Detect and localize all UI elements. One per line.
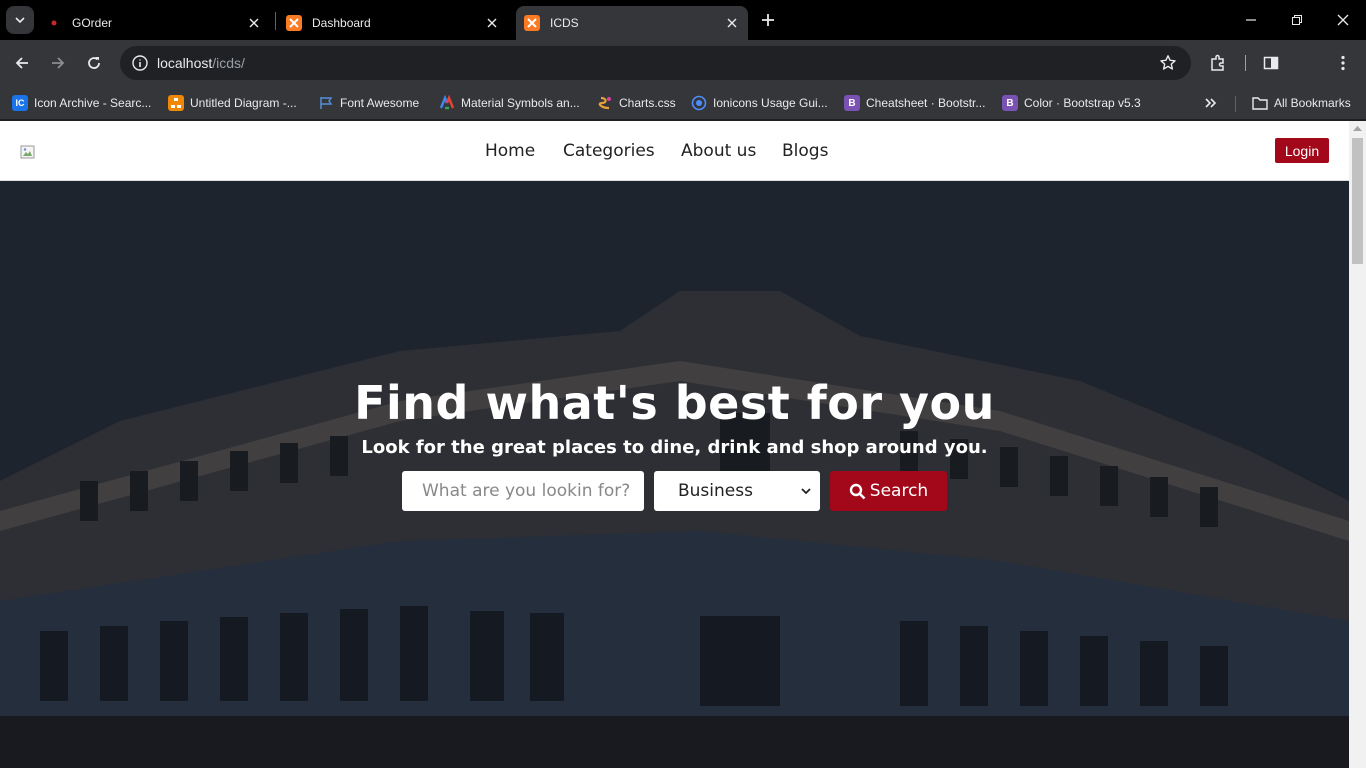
- menu-kebab-icon[interactable]: [1330, 50, 1356, 76]
- extensions-icon[interactable]: [1205, 50, 1231, 76]
- close-icon: [1337, 14, 1349, 26]
- bookmark-color-bootstrap[interactable]: B Color · Bootstrap v5.3: [1002, 92, 1141, 114]
- bookmark-font-awesome[interactable]: Font Awesome: [318, 92, 419, 114]
- broken-image-icon: [20, 145, 35, 159]
- bookmark-ionicons[interactable]: Ionicons Usage Gui...: [691, 92, 828, 114]
- search-input[interactable]: [402, 471, 644, 511]
- tab-gorder[interactable]: GOrder: [46, 6, 270, 40]
- tab-search-button[interactable]: [6, 6, 34, 34]
- bootstrap-icon: B: [844, 95, 860, 111]
- double-chevron-right-icon: [1205, 98, 1217, 108]
- flag-icon: [318, 95, 334, 111]
- minimize-button[interactable]: [1237, 6, 1265, 34]
- url-host: localhost: [157, 55, 213, 71]
- scrollbar-thumb[interactable]: [1352, 138, 1363, 264]
- tab-title: GOrder: [72, 16, 113, 30]
- restore-icon: [1292, 15, 1302, 25]
- toolbar-divider: [1244, 50, 1246, 76]
- bookmarks-divider: [1235, 96, 1236, 112]
- category-selected-value: Business: [678, 481, 753, 501]
- arrow-left-icon: [15, 57, 28, 69]
- reload-icon: [88, 57, 100, 69]
- bookmark-charts-css[interactable]: Charts.css: [597, 92, 676, 114]
- scroll-up-arrow-icon[interactable]: [1353, 125, 1362, 131]
- search-button[interactable]: Search: [830, 471, 947, 511]
- search-button-label: Search: [869, 481, 929, 501]
- arrow-right-icon: [52, 57, 65, 69]
- restore-button[interactable]: [1283, 6, 1311, 34]
- tab-separator: [275, 12, 276, 30]
- close-icon[interactable]: [484, 15, 500, 31]
- new-tab-button[interactable]: [756, 8, 780, 32]
- plus-icon: [762, 14, 774, 26]
- bookmark-label: Color · Bootstrap v5.3: [1024, 96, 1141, 110]
- hero-title: Find what's best for you: [354, 376, 995, 430]
- bookmark-untitled-diagram[interactable]: Untitled Diagram -...: [168, 92, 297, 114]
- login-button[interactable]: Login: [1275, 138, 1329, 163]
- forward-button[interactable]: [44, 49, 72, 77]
- minimize-icon: [1246, 19, 1256, 21]
- close-window-button[interactable]: [1329, 6, 1357, 34]
- folder-icon: [1252, 95, 1268, 111]
- site-navbar: Home Categories About us Blogs Login: [0, 121, 1349, 181]
- site-info-icon[interactable]: [128, 51, 152, 75]
- address-bar[interactable]: localhost/icds/: [120, 46, 1191, 80]
- back-button[interactable]: [8, 49, 36, 77]
- page-viewport: Home Categories About us Blogs Login Fin…: [0, 121, 1366, 768]
- gorder-favicon-icon: [46, 15, 62, 31]
- bootstrap-icon: B: [1002, 95, 1018, 111]
- hero-section: Find what's best for you Look for the gr…: [0, 181, 1349, 768]
- xampp-favicon-icon: [524, 15, 540, 31]
- category-select[interactable]: Business: [654, 471, 820, 511]
- icon-archive-icon: IC: [12, 95, 28, 111]
- reload-button[interactable]: [80, 49, 108, 77]
- bookmark-label: Ionicons Usage Gui...: [713, 96, 828, 110]
- nav-about-us[interactable]: About us: [681, 141, 756, 161]
- nav-blogs[interactable]: Blogs: [782, 141, 828, 161]
- material-icon: [439, 95, 455, 111]
- close-icon[interactable]: [246, 15, 262, 31]
- charts-icon: [597, 95, 613, 111]
- url-path: /icds/: [212, 55, 245, 71]
- chevron-down-icon: [801, 488, 811, 495]
- bookmark-star-icon[interactable]: [1157, 52, 1179, 74]
- bookmark-material-symbols[interactable]: Material Symbols an...: [439, 92, 580, 114]
- bookmark-cheatsheet-bootstrap[interactable]: B Cheatsheet · Bootstr...: [844, 92, 985, 114]
- tab-dashboard[interactable]: Dashboard: [286, 6, 508, 40]
- tab-strip: GOrder Dashboard ICDS: [0, 0, 1366, 40]
- all-bookmarks-button[interactable]: All Bookmarks: [1252, 92, 1351, 114]
- bookmark-label: Charts.css: [619, 96, 676, 110]
- bookmarks-bar: IC Icon Archive - Searc... Untitled Diag…: [0, 86, 1366, 120]
- url-text: localhost/icds/: [157, 55, 245, 71]
- bookmark-label: Material Symbols an...: [461, 96, 580, 110]
- bookmark-label: All Bookmarks: [1274, 96, 1351, 110]
- bookmark-label: Icon Archive - Searc...: [34, 96, 152, 110]
- bookmark-label: Untitled Diagram -...: [190, 96, 297, 110]
- bookmark-label: Cheatsheet · Bootstr...: [866, 96, 986, 110]
- bookmark-icon-archive[interactable]: IC Icon Archive - Searc...: [12, 92, 151, 114]
- hero-subtitle: Look for the great places to dine, drink…: [361, 437, 988, 458]
- tab-title: ICDS: [550, 16, 579, 30]
- side-panel-icon[interactable]: [1258, 50, 1284, 76]
- ionicons-icon: [691, 95, 707, 111]
- browser-toolbar: localhost/icds/ E: [0, 40, 1366, 113]
- drawio-icon: [168, 95, 184, 111]
- chevron-down-icon: [15, 17, 25, 24]
- tab-title: Dashboard: [312, 16, 371, 30]
- tab-icds[interactable]: ICDS: [516, 6, 748, 40]
- search-icon: [849, 483, 866, 499]
- xampp-favicon-icon: [286, 15, 302, 31]
- bookmark-label: Font Awesome: [340, 96, 420, 110]
- site-logo[interactable]: [20, 144, 36, 160]
- nav-home[interactable]: Home: [485, 141, 535, 161]
- close-icon[interactable]: [724, 15, 740, 31]
- nav-categories[interactable]: Categories: [563, 141, 655, 161]
- more-bookmarks-button[interactable]: [1204, 92, 1218, 114]
- page-scrollbar[interactable]: [1349, 121, 1366, 768]
